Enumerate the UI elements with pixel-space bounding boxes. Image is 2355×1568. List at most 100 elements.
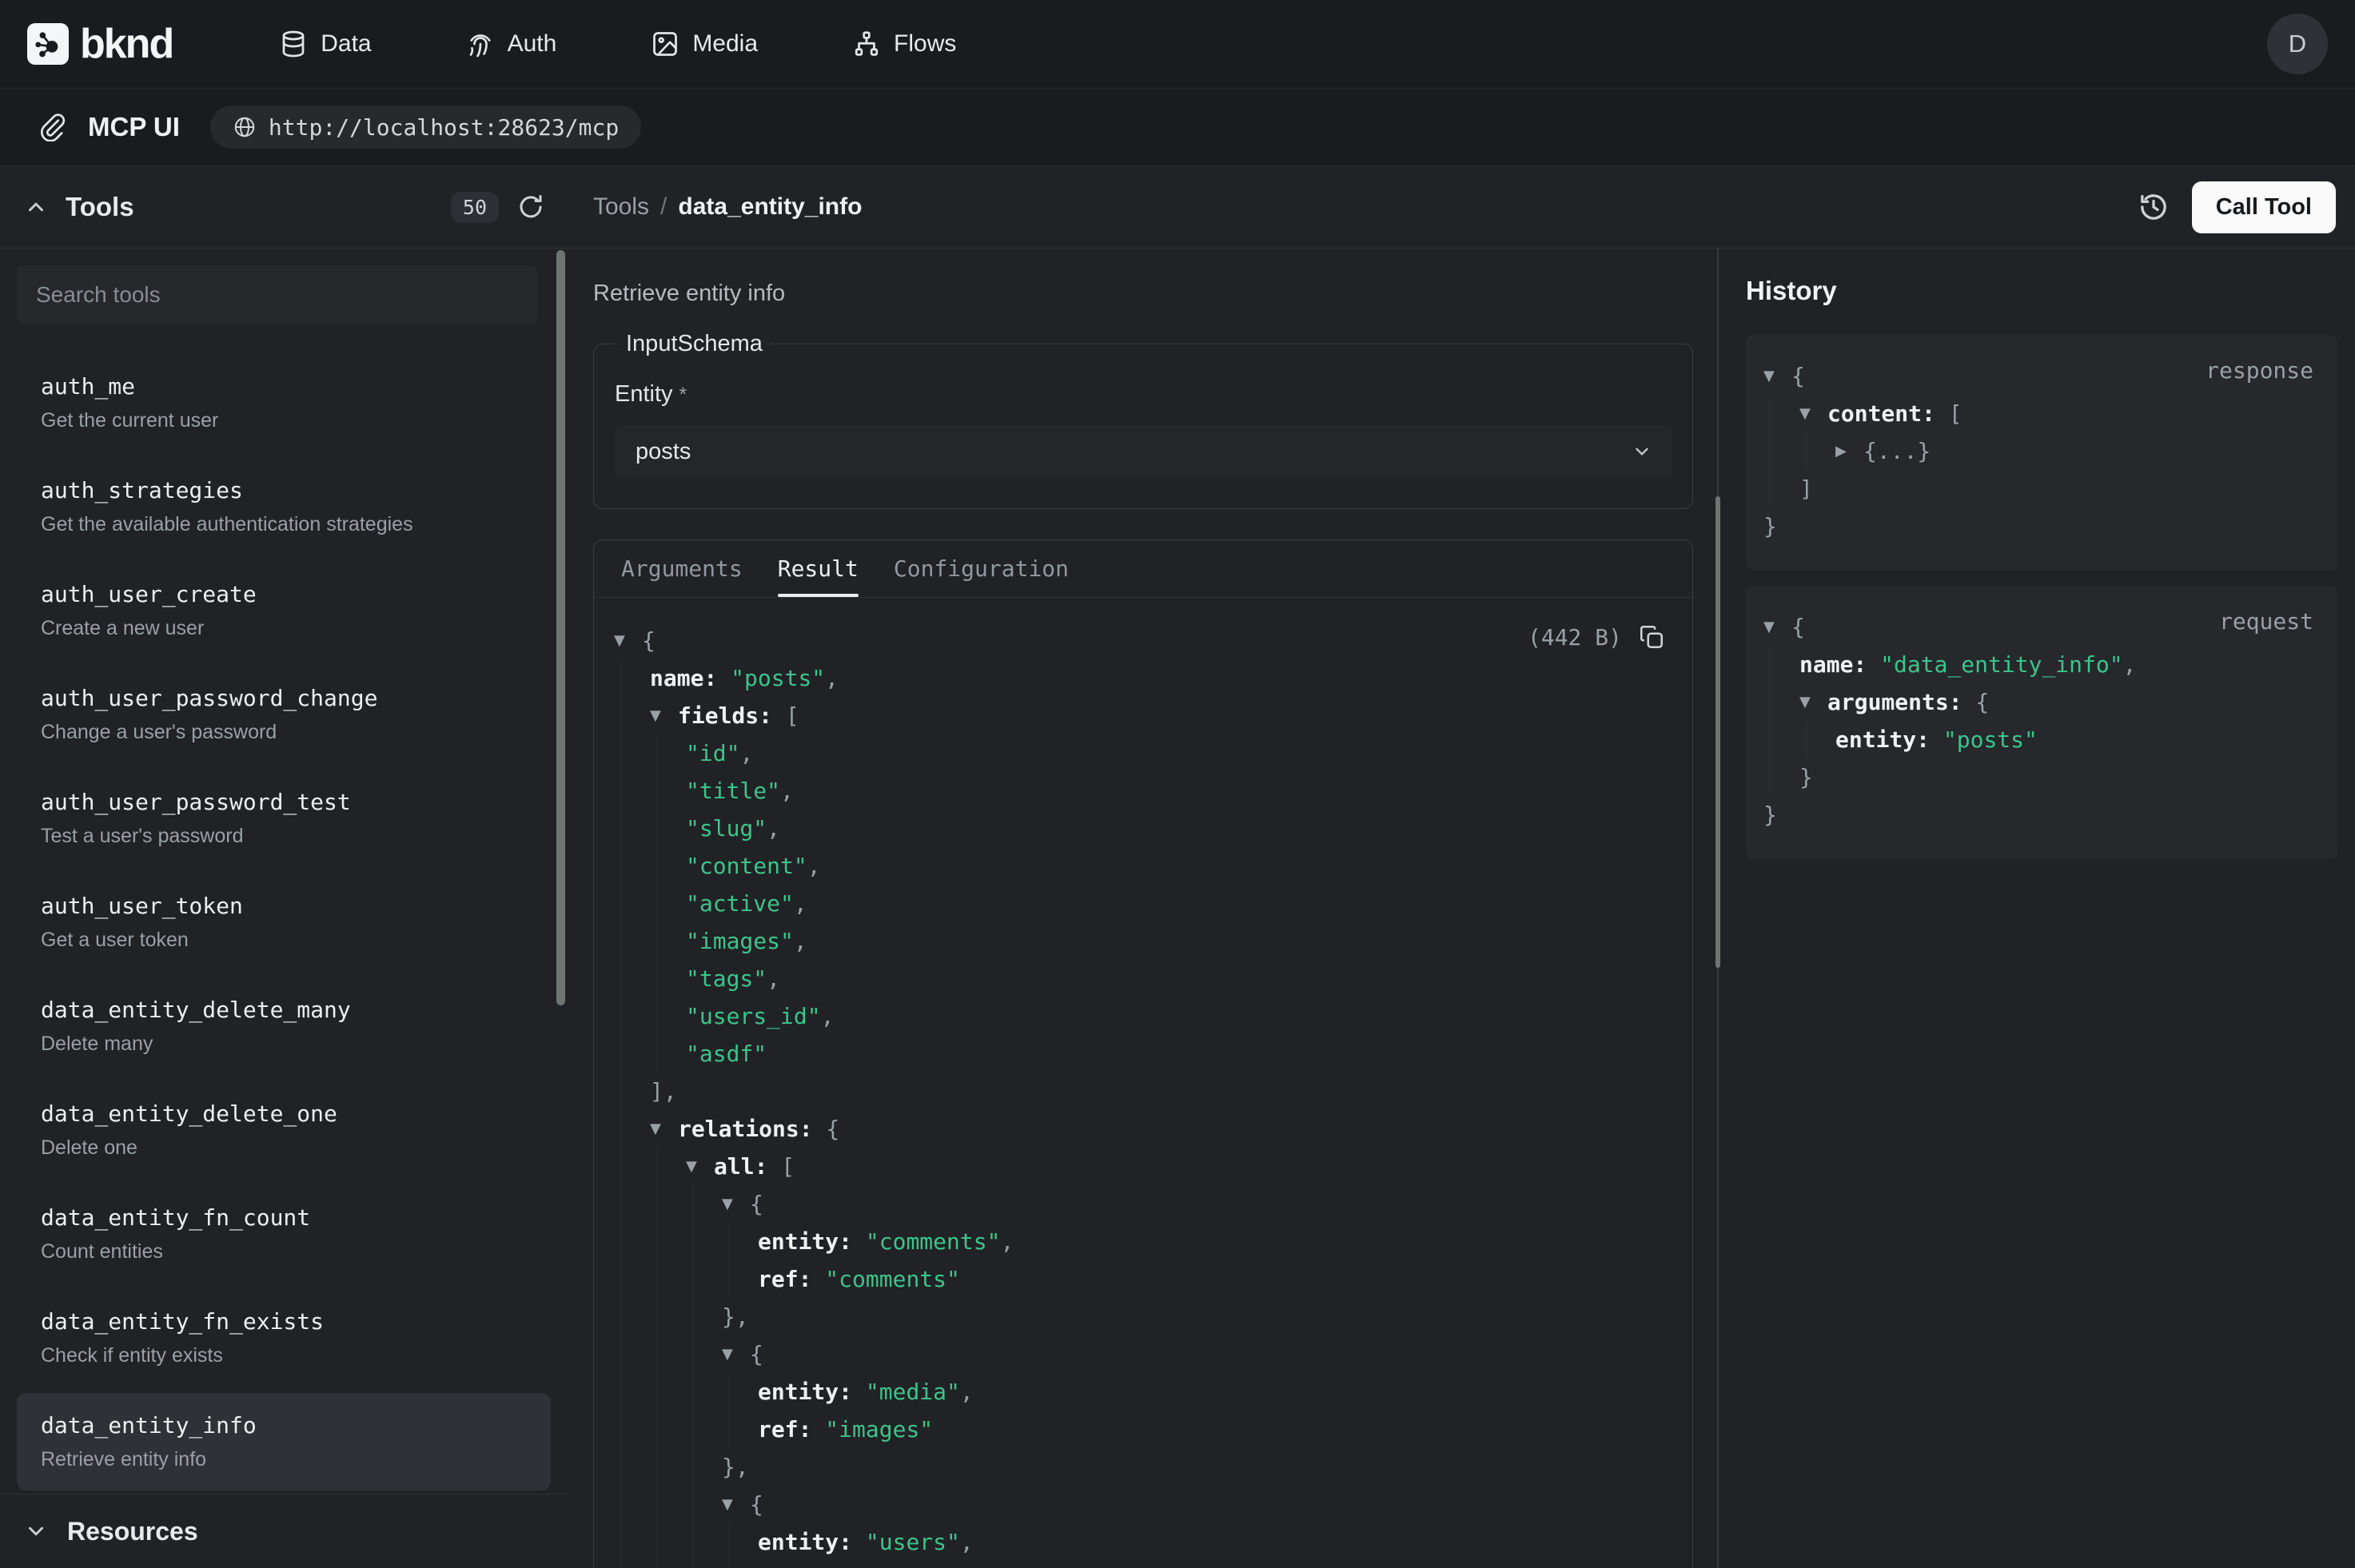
tools-count-badge: 50: [451, 192, 499, 223]
input-schema-legend: InputSchema: [618, 331, 771, 357]
history-response-card[interactable]: response▼{▼content: [▶{...}]}: [1746, 335, 2337, 571]
indent-guide: [614, 1373, 650, 1411]
tool-description: Get a user token: [41, 928, 527, 952]
indent-guide: [614, 1073, 650, 1110]
server-url-pill[interactable]: http://localhost:28623/mcp: [210, 105, 641, 149]
indent-guide: [614, 1260, 650, 1298]
collapse-triangle-icon[interactable]: ▼: [722, 1185, 750, 1223]
sidebar-item-auth_strategies[interactable]: auth_strategiesGet the available authent…: [17, 458, 551, 555]
nav-item-auth[interactable]: Auth: [466, 30, 557, 58]
collapse-triangle-icon[interactable]: ▼: [722, 1486, 750, 1523]
chevron-down-icon: [1632, 441, 1652, 462]
result-meta: (442 B): [1528, 623, 1665, 651]
collapse-triangle-icon[interactable]: ▼: [650, 697, 678, 734]
indent-guide: [686, 1486, 722, 1523]
collapse-triangle-icon[interactable]: ▼: [614, 622, 642, 659]
resources-section-header[interactable]: Resources: [0, 1494, 568, 1568]
sidebar-item-data_entity_delete_one[interactable]: data_entity_delete_oneDelete one: [17, 1081, 551, 1179]
indent-guide: [1763, 646, 1799, 683]
indent-guide: [722, 1223, 758, 1260]
sidebar-item-data_entity_fn_exists[interactable]: data_entity_fn_existsCheck if entity exi…: [17, 1289, 551, 1387]
tab-arguments[interactable]: Arguments: [604, 540, 760, 597]
indent-guide: [650, 1486, 686, 1523]
tools-section-title: Tools: [66, 192, 134, 222]
call-tool-button[interactable]: Call Tool: [2192, 181, 2336, 233]
indent-guide: [614, 1110, 650, 1148]
collapse-triangle-icon[interactable]: ▼: [650, 1110, 678, 1148]
payload-size: (442 B): [1528, 624, 1622, 651]
paperclip-icon: [38, 113, 67, 141]
sidebar-item-auth_user_token[interactable]: auth_user_tokenGet a user token: [17, 874, 551, 971]
tool-name: data_entity_fn_exists: [41, 1308, 527, 1335]
collapse-triangle-icon[interactable]: ▼: [1799, 683, 1827, 721]
collapse-triangle-icon[interactable]: ▼: [686, 1148, 714, 1185]
json-line: "active",: [614, 885, 1665, 922]
indent-guide: [614, 810, 650, 847]
collapse-triangle-icon[interactable]: ▼: [1799, 395, 1827, 432]
indent-guide: [650, 734, 686, 772]
nav-items: Data Auth Media Flows: [279, 30, 956, 58]
collapse-triangle-icon[interactable]: ▼: [1763, 608, 1791, 646]
sidebar-item-data_entity_delete_many[interactable]: data_entity_delete_manyDelete many: [17, 977, 551, 1075]
workflow-icon: [852, 30, 881, 58]
chevron-down-icon: [24, 1519, 48, 1543]
required-mark: *: [679, 384, 687, 406]
tool-description: Delete one: [41, 1136, 527, 1160]
json-line: "content",: [614, 847, 1665, 885]
indent-guide: [650, 1523, 686, 1561]
json-line: entity: "media",: [614, 1373, 1665, 1411]
breadcrumb-separator: /: [660, 193, 667, 221]
main-scrollbar[interactable]: [1715, 496, 1720, 968]
tab-configuration[interactable]: Configuration: [876, 540, 1086, 597]
indent-guide: [686, 1411, 722, 1448]
tool-list: auth_meGet the current userauth_strategi…: [0, 354, 568, 1490]
history-clock-icon[interactable]: [2138, 191, 2170, 223]
indent-guide: [614, 847, 650, 885]
mcp-header-bar: MCP UI http://localhost:28623/mcp: [0, 89, 2355, 166]
expand-triangle-icon[interactable]: ▶: [1835, 432, 1863, 470]
json-line: "slug",: [614, 810, 1665, 847]
breadcrumb-root[interactable]: Tools: [593, 193, 649, 221]
sidebar-scrollbar[interactable]: [556, 250, 565, 1005]
indent-guide: [1799, 432, 1835, 470]
tool-name: auth_me: [41, 373, 527, 400]
collapse-triangle-icon[interactable]: ▼: [1763, 357, 1791, 395]
sidebar-item-data_entity_info[interactable]: data_entity_infoRetrieve entity info: [17, 1393, 551, 1490]
nav-item-label: Data: [321, 30, 371, 58]
globe-icon: [233, 115, 257, 139]
history-request-card[interactable]: request▼{name: "data_entity_info",▼argum…: [1746, 586, 2337, 859]
indent-guide: [1799, 721, 1835, 758]
copy-icon[interactable]: [1638, 623, 1665, 651]
refresh-icon[interactable]: [516, 193, 545, 221]
json-line: }: [1763, 507, 2315, 545]
bknd-logo-icon: [27, 23, 69, 65]
nav-item-data[interactable]: Data: [279, 30, 371, 58]
tab-result[interactable]: Result: [760, 540, 876, 597]
user-avatar[interactable]: D: [2267, 14, 2328, 74]
bknd-logo[interactable]: bknd: [27, 20, 173, 68]
indent-guide: [1763, 432, 1799, 470]
json-line: ref: "images": [614, 1411, 1665, 1448]
database-icon: [279, 30, 308, 58]
history-panel: History response▼{▼content: [▶{...}]}req…: [1719, 249, 2355, 1568]
sidebar-item-auth_me[interactable]: auth_meGet the current user: [17, 354, 551, 452]
collapse-triangle-icon[interactable]: ▼: [722, 1335, 750, 1373]
sidebar-item-data_entity_fn_count[interactable]: data_entity_fn_countCount entities: [17, 1185, 551, 1283]
sidebar-item-auth_user_create[interactable]: auth_user_createCreate a new user: [17, 562, 551, 659]
json-line: "title",: [614, 772, 1665, 810]
nav-item-flows[interactable]: Flows: [852, 30, 956, 58]
tool-description: Retrieve entity info: [593, 281, 1693, 307]
tool-description: Get the available authentication strateg…: [41, 512, 527, 536]
nav-item-media[interactable]: Media: [651, 30, 758, 58]
tool-description: Create a new user: [41, 616, 527, 640]
tool-detail-panel: Retrieve entity info InputSchema Entity*…: [568, 249, 1717, 1568]
top-navigation: bknd Data Auth Media Flows D: [0, 0, 2355, 89]
tool-description: Change a user's password: [41, 720, 527, 744]
sidebar-item-auth_user_password_change[interactable]: auth_user_password_changeChange a user's…: [17, 666, 551, 763]
chevron-up-icon[interactable]: [24, 195, 48, 219]
indent-guide: [650, 772, 686, 810]
search-input[interactable]: [17, 265, 538, 324]
sidebar-item-auth_user_password_test[interactable]: auth_user_password_testTest a user's pas…: [17, 770, 551, 867]
entity-select[interactable]: posts: [615, 425, 1673, 478]
indent-guide: [650, 1260, 686, 1298]
